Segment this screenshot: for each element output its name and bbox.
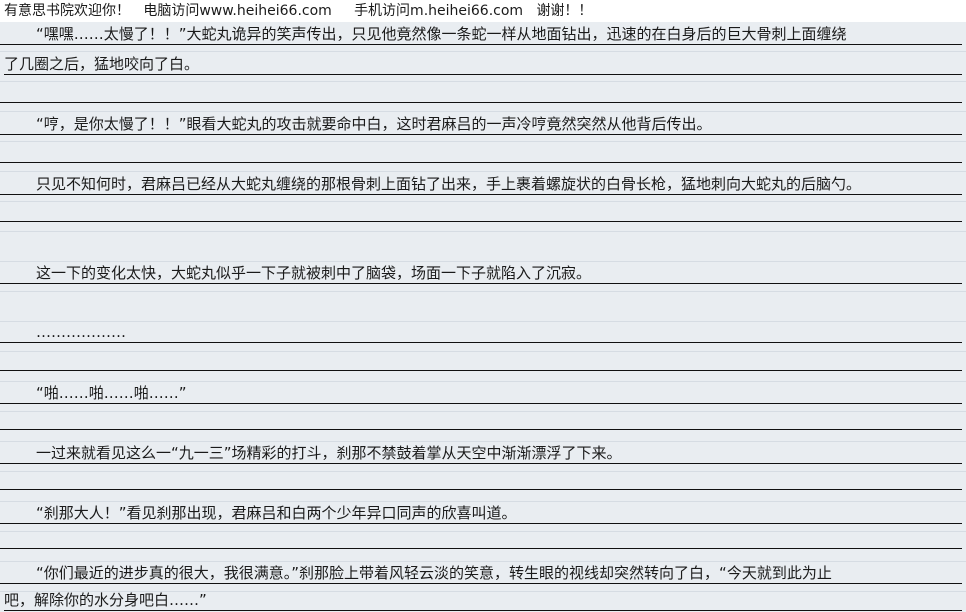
- ruled-line: [0, 370, 962, 371]
- paragraph-line-9: “刹那大人！”看见刹那出现，君麻吕和白两个少年异口同声的欣喜叫道。: [0, 503, 962, 524]
- paragraph-line-11: 吧，解除你的水分身吧白……”: [4, 590, 962, 611]
- paragraph-line-10: “你们最近的进步真的很大，我很满意。”刹那脸上带着风轻云淡的笑意，转生眼的视线却…: [0, 563, 962, 584]
- paragraph-line-3: “哼，是你太慢了！！”眼看大蛇丸的攻击就要命中白，这时君麻吕的一声冷哼竟然突然从…: [0, 114, 962, 135]
- ruled-line: [0, 489, 962, 490]
- paragraph-line-5: 这一下的变化太快，大蛇丸似乎一下子就被刺中了脑袋，场面一下子就陷入了沉寂。: [0, 263, 962, 284]
- site-banner: 有意思书院欢迎你！ 电脑访问www.heihei66.com 手机访问m.hei…: [0, 0, 966, 22]
- paragraph-line-1: “嘿嘿……太慢了！！”大蛇丸诡异的笑声传出，只见他竟然像一条蛇一样从地面钻出，迅…: [0, 24, 962, 45]
- paragraph-line-7: “啪……啪……啪……”: [0, 383, 962, 404]
- paragraph-line-2: 了几圈之后，猛地咬向了白。: [4, 54, 962, 75]
- ruled-line: [0, 548, 962, 549]
- paragraph-line-4: 只见不知何时，君麻吕已经从大蛇丸缠绕的那根骨刺上面钻了出来，手上裹着螺旋状的白骨…: [0, 174, 962, 195]
- ruled-line: [0, 429, 962, 430]
- ruled-line: [0, 221, 962, 222]
- paragraph-line-6: ………………: [0, 322, 962, 343]
- thanks-text: 谢谢！！: [536, 3, 593, 19]
- paragraph-line-8: 一过来就看见这么一“九一三”场精彩的打斗，刹那不禁鼓着掌从天空中渐渐漂浮了下来。: [0, 443, 962, 464]
- mobile-url-text: 手机访问m.heihei66.com: [354, 3, 524, 19]
- pc-url-text: 电脑访问www.heihei66.com: [143, 3, 332, 19]
- ruled-line: [0, 162, 962, 163]
- ruled-line: [0, 102, 962, 103]
- site-welcome-text: 有意思书院欢迎你！: [4, 3, 130, 19]
